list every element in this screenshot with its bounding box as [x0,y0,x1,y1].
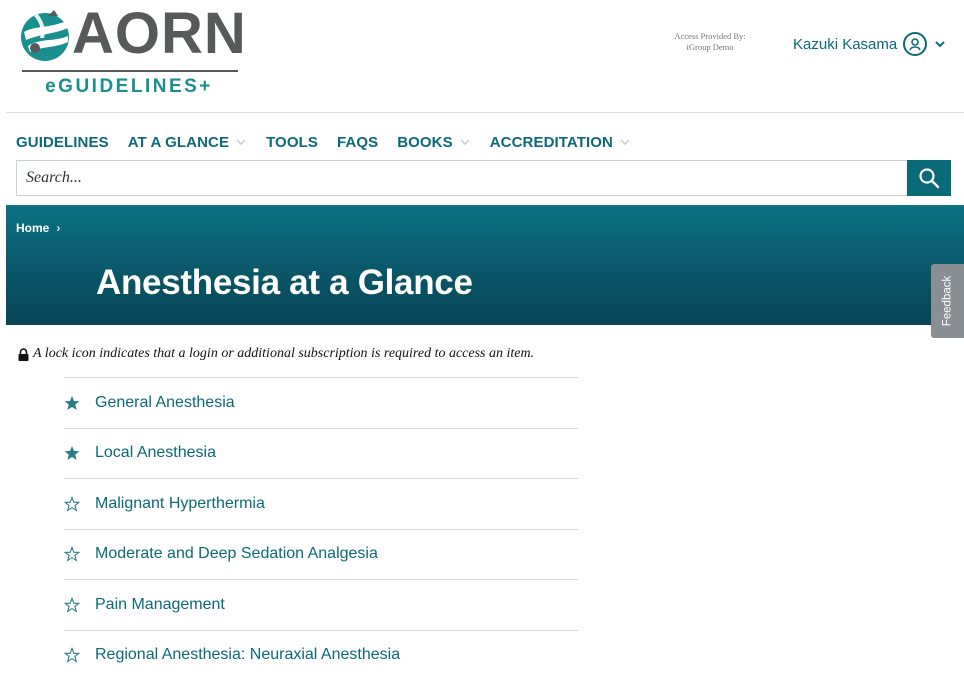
main-nav: GUIDELINES AT A GLANCE TOOLS FAQS BOOKS … [16,130,650,154]
nav-label: TOOLS [266,133,318,151]
nav-guidelines[interactable]: GUIDELINES [16,134,109,151]
star-outline-icon[interactable] [64,495,80,512]
chevron-right-icon: › [56,221,61,235]
site-header: AORN eGUIDELINES+ Access Provided By: iG… [0,0,964,113]
star-filled-icon[interactable] [64,445,80,461]
nav-label: AT A GLANCE [127,133,230,151]
lock-notice-text: A lock icon indicates that a login or ad… [33,346,535,361]
list-item-link[interactable]: Pain Management [95,596,225,614]
nav-books[interactable]: BOOKS [397,134,471,151]
access-provided-by: Access Provided By: iGroup Demo [660,31,760,53]
list-item[interactable]: Malignant Hyperthermia [64,478,578,529]
star-outline-icon[interactable] [64,596,80,613]
search-icon [919,168,940,189]
globe-hands-logo-icon [21,10,69,61]
nav-label: GUIDELINES [16,133,109,151]
logo-wordmark: AORN [72,1,247,66]
aorn-logo[interactable]: AORN eGUIDELINES+ [18,2,246,101]
access-institution: iGroup Demo [686,42,734,52]
logo-divider [22,70,238,72]
list-item-link[interactable]: General Anesthesia [95,394,235,412]
chevron-down-icon [460,139,470,145]
chevron-down-icon [236,139,246,145]
search-input[interactable] [17,161,907,195]
logo-subtitle: eGUIDELINES+ [45,76,213,97]
header-divider [6,112,964,113]
nav-faqs[interactable]: FAQS [337,134,378,151]
search-bar [16,160,951,196]
page-banner: Home › Anesthesia at a Glance [6,205,964,325]
feedback-tab[interactable]: Feedback [931,264,964,338]
list-item-link[interactable]: Moderate and Deep Sedation Analgesia [95,545,378,563]
user-icon [903,32,928,56]
search-button[interactable] [907,160,951,196]
list-item-link[interactable]: Local Anesthesia [95,444,216,462]
feedback-label: Feedback [941,275,954,327]
nav-tools[interactable]: TOOLS [266,134,318,151]
nav-label: ACCREDITATION [489,133,613,151]
user-name: Kazuki Kasama [793,35,898,53]
list-item[interactable]: Regional Anesthesia: Neuraxial Anesthesi… [64,629,578,675]
nav-label: FAQS [336,133,379,151]
star-filled-icon[interactable] [64,395,80,411]
lock-notice: A lock icon indicates that a login or ad… [18,346,534,362]
nav-accreditation[interactable]: ACCREDITATION [490,134,631,151]
list-item[interactable]: Moderate and Deep Sedation Analgesia [64,528,578,580]
lock-icon [18,347,29,361]
nav-at-a-glance[interactable]: AT A GLANCE [128,134,247,151]
list-item[interactable]: General Anesthesia [64,377,578,428]
nav-label: BOOKS [397,133,453,151]
star-outline-icon[interactable] [64,546,80,562]
chevron-down-icon [620,139,630,145]
list-item-link[interactable]: Regional Anesthesia: Neuraxial Anesthesi… [95,646,400,664]
list-item[interactable]: Local Anesthesia [64,427,578,479]
user-menu[interactable]: Kazuki Kasama [793,30,947,58]
breadcrumb: Home › [16,221,60,235]
topic-list: General Anesthesia Local Anesthesia Mali… [64,377,578,675]
page-title: Anesthesia at a Glance [96,263,473,302]
chevron-down-icon [935,41,945,48]
breadcrumb-home[interactable]: Home [16,221,49,235]
access-label: Access Provided By: [674,31,746,41]
list-item-link[interactable]: Malignant Hyperthermia [95,495,265,513]
star-outline-icon[interactable] [64,647,80,663]
list-item[interactable]: Pain Management [64,579,578,630]
